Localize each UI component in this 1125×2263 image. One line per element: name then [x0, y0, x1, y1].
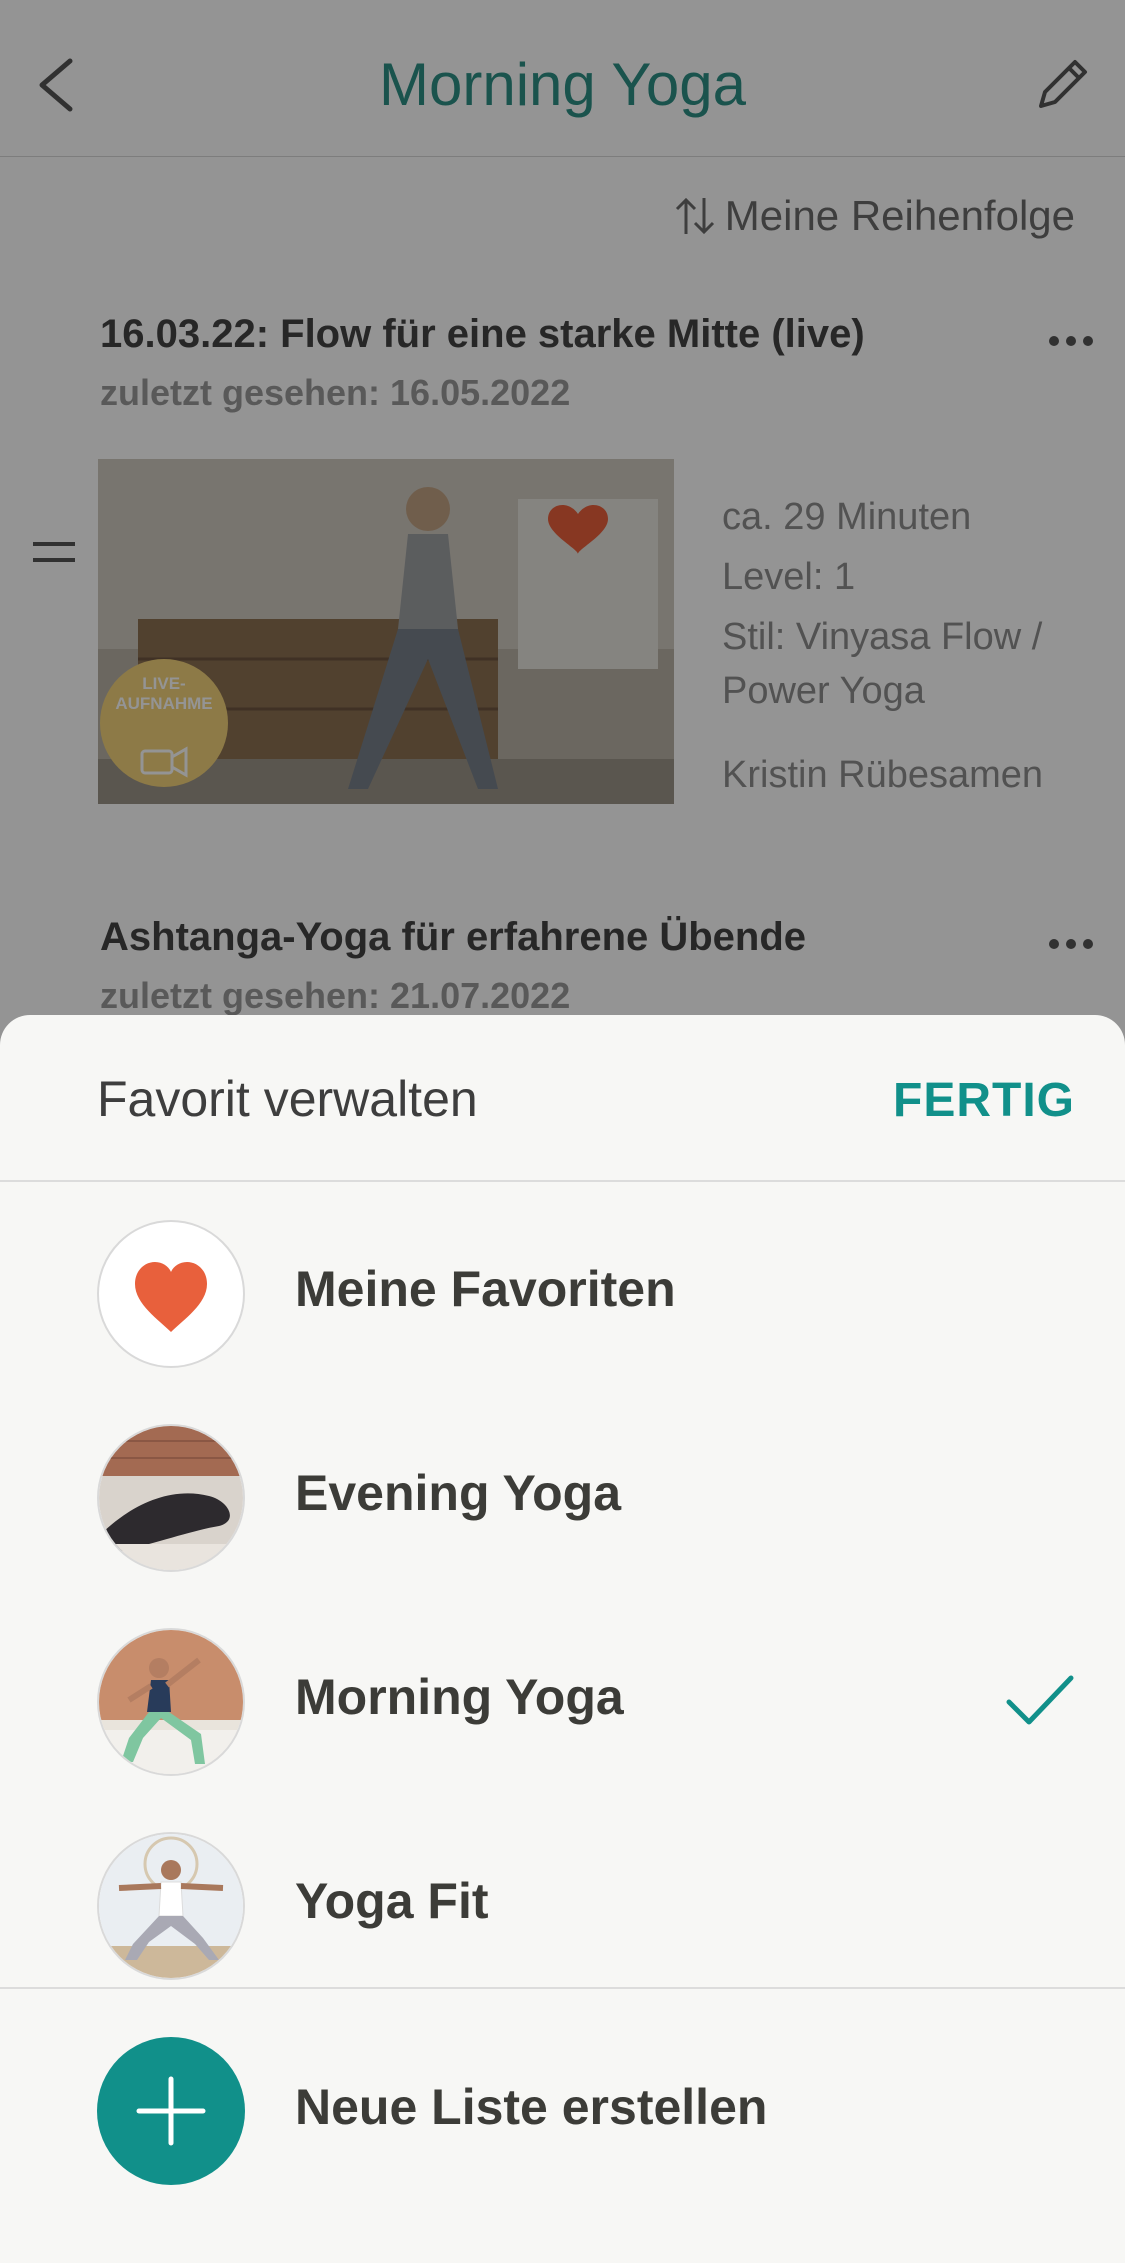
divider: [0, 1180, 1125, 1182]
evening-yoga-thumbnail: [97, 1424, 245, 1572]
evening-yoga-image: [99, 1426, 243, 1570]
list-item-meine-favoriten[interactable]: Meine Favoriten: [0, 1210, 1125, 1380]
list-item-yoga-fit[interactable]: Yoga Fit: [0, 1822, 1125, 1992]
list-label: Morning Yoga: [295, 1669, 624, 1725]
new-list-button[interactable]: [97, 2037, 245, 2185]
list-label: Yoga Fit: [295, 1873, 489, 1929]
morning-yoga-image: [99, 1630, 243, 1774]
sheet-title: Favorit verwalten: [97, 1071, 478, 1127]
checkmark-icon: [1006, 1675, 1074, 1725]
heart-icon: [135, 1262, 207, 1332]
manage-favorite-sheet: Favorit verwalten FERTIG Meine Favoriten…: [0, 1015, 1125, 2263]
yoga-fit-image: [99, 1834, 243, 1978]
new-list-label[interactable]: Neue Liste erstellen: [295, 2078, 767, 2136]
list-item-morning-yoga[interactable]: Morning Yoga: [0, 1618, 1125, 1788]
morning-yoga-thumbnail: [97, 1628, 245, 1776]
list-label: Meine Favoriten: [295, 1261, 676, 1317]
divider: [0, 1987, 1125, 1989]
done-button[interactable]: FERTIG: [893, 1073, 1075, 1128]
yoga-fit-thumbnail: [97, 1832, 245, 1980]
list-item-evening-yoga[interactable]: Evening Yoga: [0, 1414, 1125, 1584]
list-label: Evening Yoga: [295, 1465, 622, 1521]
favorites-avatar: [97, 1220, 245, 1368]
plus-icon: [136, 2076, 206, 2146]
